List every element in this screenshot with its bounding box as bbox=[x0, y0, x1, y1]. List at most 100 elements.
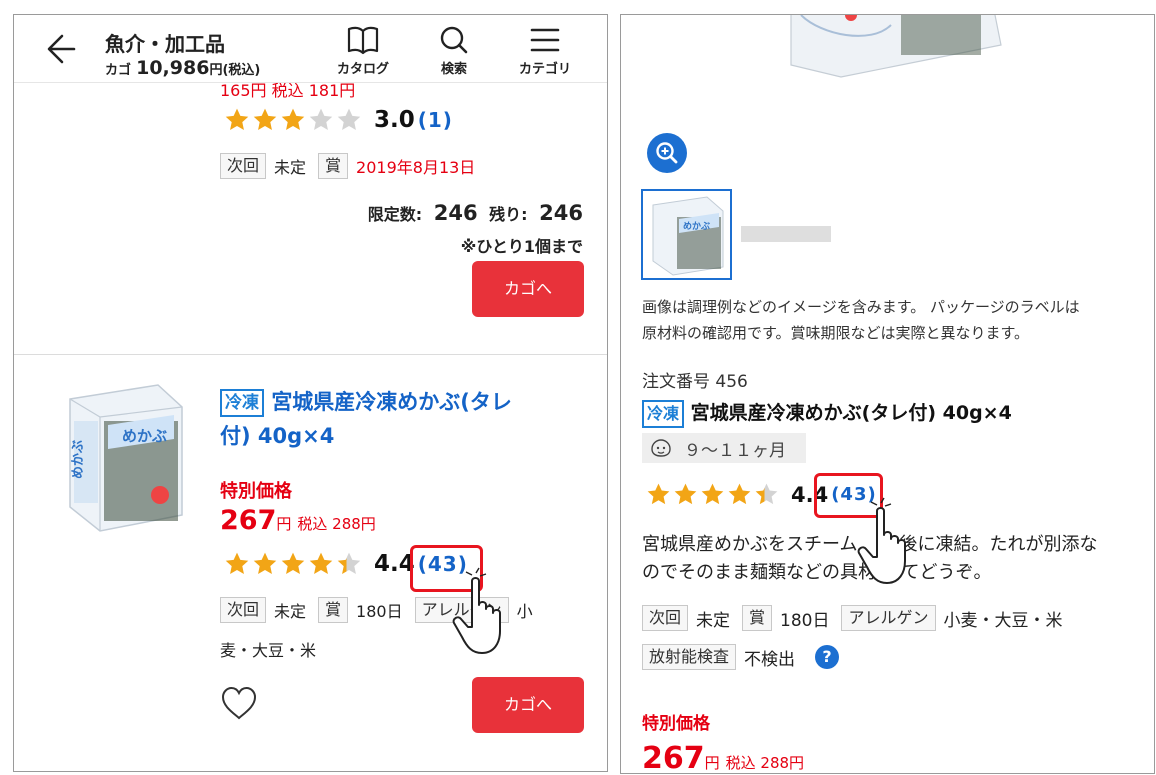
cart-label: カゴ bbox=[105, 63, 132, 78]
svg-text:めかぶ: めかぶ bbox=[71, 440, 86, 479]
detail-stars bbox=[646, 482, 779, 507]
image-note-line2: 原材料の確認用です。賞味期限などは実際と異なります。 bbox=[642, 324, 1030, 342]
item2-rating-value: 4.4 bbox=[374, 551, 415, 577]
thumbnail-image: めかぶ bbox=[652, 196, 724, 276]
price-unit: 円 bbox=[704, 754, 720, 772]
image-note: 画像は調理例などのイメージを含みます。 パッケージのラベルは 原材料の確認用です… bbox=[642, 294, 1080, 346]
cart-amount: 10,986 bbox=[136, 57, 210, 79]
radiation-row: 放射能検査 不検出 ? bbox=[642, 644, 840, 670]
nav-category-label: カテゴリ bbox=[518, 62, 571, 77]
thumbnail-selected[interactable]: めかぶ bbox=[641, 189, 732, 280]
back-arrow-icon[interactable] bbox=[44, 31, 80, 67]
item2-add-to-cart-button[interactable]: カゴへ bbox=[472, 677, 584, 733]
star-icon bbox=[728, 483, 751, 505]
item1-rating-value: 3.0 bbox=[374, 107, 415, 133]
next-tag: 次回 bbox=[220, 153, 267, 179]
help-icon[interactable]: ? bbox=[815, 645, 840, 669]
item2-name-line1: 宮城県産冷凍めかぶ(タレ bbox=[271, 390, 512, 414]
nav-search-label: 検索 bbox=[440, 62, 467, 77]
prize-value: 2019年8月13日 bbox=[356, 158, 476, 177]
tap-hand-icon bbox=[452, 567, 501, 654]
app-header: 魚介・加工品 カゴ 10,986円(税込) カタログ 検索 カテゴリ bbox=[14, 15, 607, 83]
heart-icon[interactable] bbox=[220, 685, 258, 721]
allergen-value-rest: 麦・大豆・米 bbox=[220, 641, 317, 660]
next-tag: 次回 bbox=[642, 605, 689, 631]
limit-label: 限定数: bbox=[367, 205, 423, 224]
cart-total[interactable]: カゴ 10,986円(税込) bbox=[105, 57, 260, 79]
main-product-image bbox=[790, 15, 1002, 78]
detail-attributes: 次回 未定 賞 180日 アレルゲン 小麦・大豆・米 bbox=[642, 605, 1075, 631]
price-value: 267 bbox=[642, 741, 705, 774]
next-tag: 次回 bbox=[220, 597, 267, 623]
item-divider bbox=[14, 354, 607, 355]
item1-add-to-cart-button[interactable]: カゴへ bbox=[472, 261, 584, 317]
remain-label: 残り: bbox=[489, 205, 528, 224]
radiation-tag: 放射能検査 bbox=[642, 644, 737, 670]
search-icon bbox=[440, 26, 468, 54]
list-screen: 165円 税込 181円 魚介・加工品 カゴ 10,986円(税込) カタログ … bbox=[13, 14, 608, 772]
item2-stars bbox=[224, 551, 362, 577]
price-value: 267 bbox=[220, 505, 277, 536]
star-icon bbox=[253, 108, 277, 130]
allergen-tag: アレルゲン bbox=[841, 605, 936, 631]
star-icon bbox=[701, 483, 724, 505]
zoom-in-icon bbox=[656, 142, 678, 164]
item2-price: 267円 税込 288円 bbox=[220, 505, 376, 536]
prize-tag: 賞 bbox=[318, 597, 349, 623]
frozen-badge: 冷凍 bbox=[220, 389, 264, 417]
svg-text:めかぶ: めかぶ bbox=[122, 427, 167, 445]
prize-tag: 賞 bbox=[742, 605, 773, 631]
item1-limit-note: ※ひとり1個まで bbox=[460, 237, 583, 256]
item2-name-line2: 付) 40g×4 bbox=[220, 424, 335, 448]
zoom-button[interactable] bbox=[647, 133, 687, 173]
frozen-badge: 冷凍 bbox=[642, 399, 685, 428]
nav-catalog-label: カタログ bbox=[336, 62, 389, 77]
price-unit: 円 bbox=[276, 515, 292, 533]
thumbnail-label-image[interactable] bbox=[741, 226, 831, 242]
star-icon bbox=[281, 108, 305, 130]
star-icon bbox=[647, 483, 670, 505]
star-icon bbox=[225, 552, 249, 574]
prize-tag: 賞 bbox=[318, 153, 349, 179]
desc-line2: のでそのまま麺類などの具材 bbox=[642, 562, 876, 583]
next-value: 未定 bbox=[274, 158, 307, 177]
svg-text:めかぶ: めかぶ bbox=[683, 221, 710, 232]
desc-line1-end: 後に凍結。たれが別添な bbox=[899, 534, 1098, 555]
detail-screen: めかぶ 画像は調理例などのイメージを含みます。 パッケージのラベルは 原材料の確… bbox=[620, 14, 1155, 774]
prize-value: 180日 bbox=[356, 602, 403, 621]
allergen-value: 小麦・大豆・米 bbox=[943, 610, 1063, 631]
baby-face-icon bbox=[651, 439, 671, 457]
cart-unit: 円(税込) bbox=[209, 63, 261, 78]
detail-price: 267円 税込 288円 bbox=[642, 741, 804, 774]
special-price-label: 特別価格 bbox=[220, 481, 292, 502]
tap-hand-icon bbox=[857, 497, 906, 584]
desc-line1: 宮城県産めかぶをスチーム bbox=[642, 534, 858, 555]
order-number: 注文番号 456 bbox=[642, 372, 748, 392]
book-icon bbox=[347, 26, 379, 55]
star-icon bbox=[755, 483, 778, 505]
item1-stars bbox=[224, 107, 362, 133]
star-icon bbox=[309, 108, 333, 130]
star-icon bbox=[281, 552, 305, 574]
star-icon bbox=[674, 483, 697, 505]
tax-price: 税込 288円 bbox=[297, 515, 376, 533]
product-image[interactable]: めかぶ めかぶ bbox=[50, 377, 188, 537]
next-value: 未定 bbox=[274, 602, 307, 621]
page-title: 魚介・加工品 bbox=[105, 32, 225, 56]
nav-category[interactable]: カテゴリ bbox=[510, 25, 580, 77]
detail-product-name: 冷凍 宮城県産冷凍めかぶ(タレ付) 40g×4 bbox=[642, 398, 1012, 428]
item1-rating: 3.0 (1) bbox=[224, 107, 453, 133]
star-icon bbox=[337, 108, 361, 130]
detail-name-text: 宮城県産冷凍めかぶ(タレ付) 40g×4 bbox=[690, 402, 1012, 424]
star-icon bbox=[309, 552, 333, 574]
nav-search[interactable]: 検索 bbox=[419, 25, 489, 77]
star-icon bbox=[225, 108, 249, 130]
radiation-value: 不検出 bbox=[744, 649, 796, 670]
item1-review-count-link[interactable]: (1) bbox=[418, 108, 453, 132]
prize-value: 180日 bbox=[780, 610, 830, 631]
star-icon bbox=[337, 552, 361, 574]
nav-catalog[interactable]: カタログ bbox=[328, 25, 398, 77]
item2-name-link[interactable]: 冷凍 宮城県産冷凍めかぶ(タレ 付) 40g×4 bbox=[220, 385, 512, 453]
item1-limit: 限定数: 246 残り: 246 bbox=[368, 201, 583, 225]
menu-icon bbox=[530, 28, 560, 52]
